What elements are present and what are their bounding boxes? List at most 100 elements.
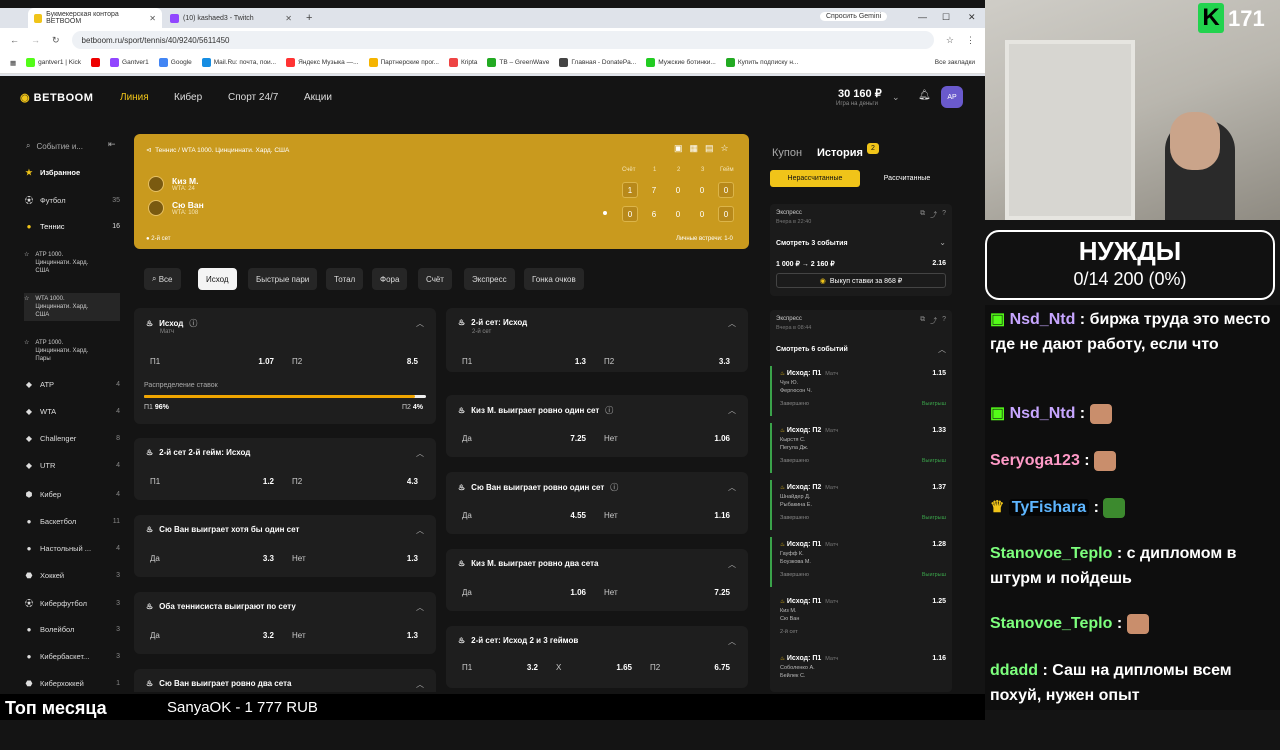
chevron-up-icon[interactable]: ︿ [416, 318, 424, 329]
extensions-icon[interactable]: ⋮ [966, 35, 975, 46]
chevron-up-icon[interactable]: ︿ [728, 636, 736, 647]
sidebar-item-sport[interactable]: ◆ WTA 4 [24, 407, 120, 416]
odd-button[interactable]: Да 3.3 [142, 547, 282, 569]
tab-coupon[interactable]: Купон [772, 147, 802, 159]
help-icon[interactable]: ? [942, 210, 946, 220]
seg-settled[interactable]: Рассчитанные [862, 170, 952, 187]
odd-button[interactable]: П2 6.75 [642, 656, 738, 678]
odd-button[interactable]: Нет 7.25 [596, 581, 738, 603]
sidebar-tournament[interactable]: ☆ ATP 1000. Цинциннати. Хард. США [24, 251, 120, 275]
market-title[interactable]: ♨ Исход ⓘ [146, 318, 197, 329]
chevron-up-icon[interactable]: ︿ [416, 679, 424, 690]
share-icon[interactable]: ⤴ [930, 210, 937, 220]
sidebar-item-sport[interactable]: ⬢ Кибер 4 [24, 490, 121, 499]
window-close-icon[interactable]: ✕ [968, 12, 976, 23]
odd-button[interactable]: Нет 1.06 [596, 427, 738, 449]
sidebar-item-sport[interactable]: ⚽︎ Киберфутбол 3 [24, 598, 120, 609]
filter-tab[interactable]: Тотал [326, 268, 364, 290]
odd-button[interactable]: П1 1.3 [454, 350, 594, 372]
event-search-input[interactable]: ⌕ Событие и... [22, 137, 100, 155]
tab-history[interactable]: История [817, 147, 863, 159]
odd-button[interactable]: Нет 1.16 [596, 504, 738, 526]
chevron-up-icon[interactable]: ︿ [416, 448, 424, 459]
odd-button[interactable]: Да 4.55 [454, 504, 594, 526]
odd-button[interactable]: Нет 1.3 [284, 624, 426, 646]
help-icon[interactable]: ? [942, 316, 946, 326]
sidebar-item-sport[interactable]: ⬣ Киберхоккей 1 [24, 679, 121, 688]
odd-button[interactable]: X 1.65 [548, 656, 640, 678]
close-icon[interactable]: ✕ [149, 14, 156, 23]
sidebar-item-sport[interactable]: ● Баскетбол 11 [24, 517, 120, 526]
sidebar-item-sport[interactable]: ◆ ATP 4 [24, 380, 120, 389]
breadcrumb[interactable]: ⊲ Теннис / WTA 1000. Цинциннати. Хард. С… [146, 146, 289, 154]
odd-button[interactable]: П1 3.2 [454, 656, 546, 678]
bet-leg[interactable]: ♨ Исход: П1 Матч 1.25 Киз М. Сю Ван 2-й с… [770, 594, 952, 644]
market-title[interactable]: ♨ 2-й сет: Исход [458, 318, 527, 327]
bell-icon[interactable]: 🔔︎ [918, 90, 931, 101]
chevron-down-icon[interactable]: ⌄ [939, 238, 946, 247]
bookmark[interactable]: Главная - DonatePa... [559, 58, 636, 67]
copy-icon[interactable]: ⧉ [920, 210, 925, 220]
market-title[interactable]: ♨ Киз М. выиграет ровно два сета [458, 559, 598, 568]
odd-button[interactable]: П2 4.3 [284, 470, 426, 492]
betboom-logo[interactable]: ◉ BETBOOM [20, 91, 93, 104]
filter-tab[interactable]: Гонка очков [524, 268, 584, 290]
bookmark[interactable]: Партнерские прог... [368, 58, 439, 67]
filter-tab[interactable]: Фора [372, 268, 408, 290]
sidebar-tournament[interactable]: ☆ ATP 1000. Цинциннати. Хард. Пары [24, 339, 120, 363]
see-events[interactable]: Смотреть 3 события [776, 240, 848, 247]
sidebar-item-sport[interactable]: ● Настольный ... 4 [24, 544, 120, 553]
star-icon[interactable]: ☆ [721, 143, 729, 154]
chevron-up-icon[interactable]: ︿ [728, 559, 736, 570]
tv-icon[interactable]: ▤ [705, 143, 714, 154]
odd-button[interactable]: П1 1.07 [142, 350, 282, 372]
chevron-up-icon[interactable]: ︿ [938, 344, 946, 355]
filter-tab[interactable]: Счёт [418, 268, 452, 290]
market-title[interactable]: ♨ 2-й сет: Исход 2 и 3 геймов [458, 636, 578, 645]
bookmark[interactable]: Мужские ботинки... [646, 58, 716, 67]
nav-line[interactable]: Линия [120, 92, 149, 103]
minimize-icon[interactable]: — [918, 12, 927, 22]
all-bookmarks[interactable]: Все закладки [935, 59, 975, 66]
sidebar-item-football[interactable]: ⚽︎ Футбол 35 [24, 195, 120, 206]
chevron-up-icon[interactable]: ︿ [728, 405, 736, 416]
gemini-button[interactable]: Спросить Gemini [820, 12, 888, 21]
bookmark[interactable]: Кripta [448, 58, 477, 67]
bookmark[interactable]: Mail.Ru: почта, пои... [201, 58, 276, 67]
close-icon[interactable]: ✕ [285, 14, 292, 23]
balance-value[interactable]: 30 160 ₽ [838, 87, 882, 100]
back-icon[interactable]: ← [10, 35, 19, 45]
filter-tab[interactable]: Исход [198, 268, 237, 290]
sidebar-item-sport[interactable]: ● Волейбол 3 [24, 625, 120, 634]
odd-button[interactable]: Нет 1.3 [284, 547, 426, 569]
field-icon[interactable]: ▦ [690, 143, 699, 154]
bookmark[interactable]: Google [158, 58, 192, 67]
sidebar-tournament-active[interactable]: ☆ WTA 1000. Цинциннати. Хард. США [24, 293, 120, 321]
filter-tab[interactable]: Экспресс [464, 268, 515, 290]
bookmark[interactable]: gantver1 | Kick [26, 58, 81, 67]
chevron-up-icon[interactable]: ︿ [416, 602, 424, 613]
odd-button[interactable]: П2 3.3 [596, 350, 738, 372]
market-title[interactable]: ♨ Сю Ван выиграет ровно два сета [146, 679, 291, 688]
sidebar-item-sport[interactable]: ⬣ Хоккей 3 [24, 571, 121, 580]
sidebar-item-sport[interactable]: ◆ UTR 4 [24, 461, 120, 470]
market-title[interactable]: ♨ Оба теннисиста выиграют по сету [146, 602, 296, 611]
share-icon[interactable]: ⤴ [930, 316, 937, 326]
odd-button[interactable]: П1 1.2 [142, 470, 282, 492]
sidebar-item-sport[interactable]: ◆ Challenger 8 [24, 434, 120, 443]
sidebar-item-favorites[interactable]: ★ Избранное [24, 168, 120, 177]
odd-button[interactable]: Да 1.06 [454, 581, 594, 603]
see-events[interactable]: Смотреть 6 событий [776, 346, 848, 353]
market-title[interactable]: ♨ Сю Ван выиграет ровно один сет ⓘ [458, 482, 618, 493]
address-bar[interactable]: betboom.ru/sport/tennis/40/9240/5611450 [71, 31, 934, 49]
forward-icon[interactable]: → [31, 35, 40, 45]
collapse-sidebar-icon[interactable]: ⇤ [108, 139, 116, 150]
bookmark[interactable]: TB – GreenWave [487, 58, 549, 67]
chevron-up-icon[interactable]: ︿ [728, 318, 736, 329]
bet-leg[interactable]: ♨ Исход: П2 Матч 1.33 Кырстя С. Пегула Дж… [770, 423, 952, 473]
info-icon[interactable]: ⓘ [610, 482, 618, 493]
stats-icon[interactable]: ▣ [674, 143, 683, 154]
bet-leg[interactable]: ♨ Исход: П1 Матч 1.15 Чун Ю. Фергюсон Ч. … [770, 366, 952, 416]
new-tab-icon[interactable]: + [306, 8, 312, 28]
sidebar-item-sport[interactable]: ● Кибербаскет... 3 [24, 652, 120, 661]
